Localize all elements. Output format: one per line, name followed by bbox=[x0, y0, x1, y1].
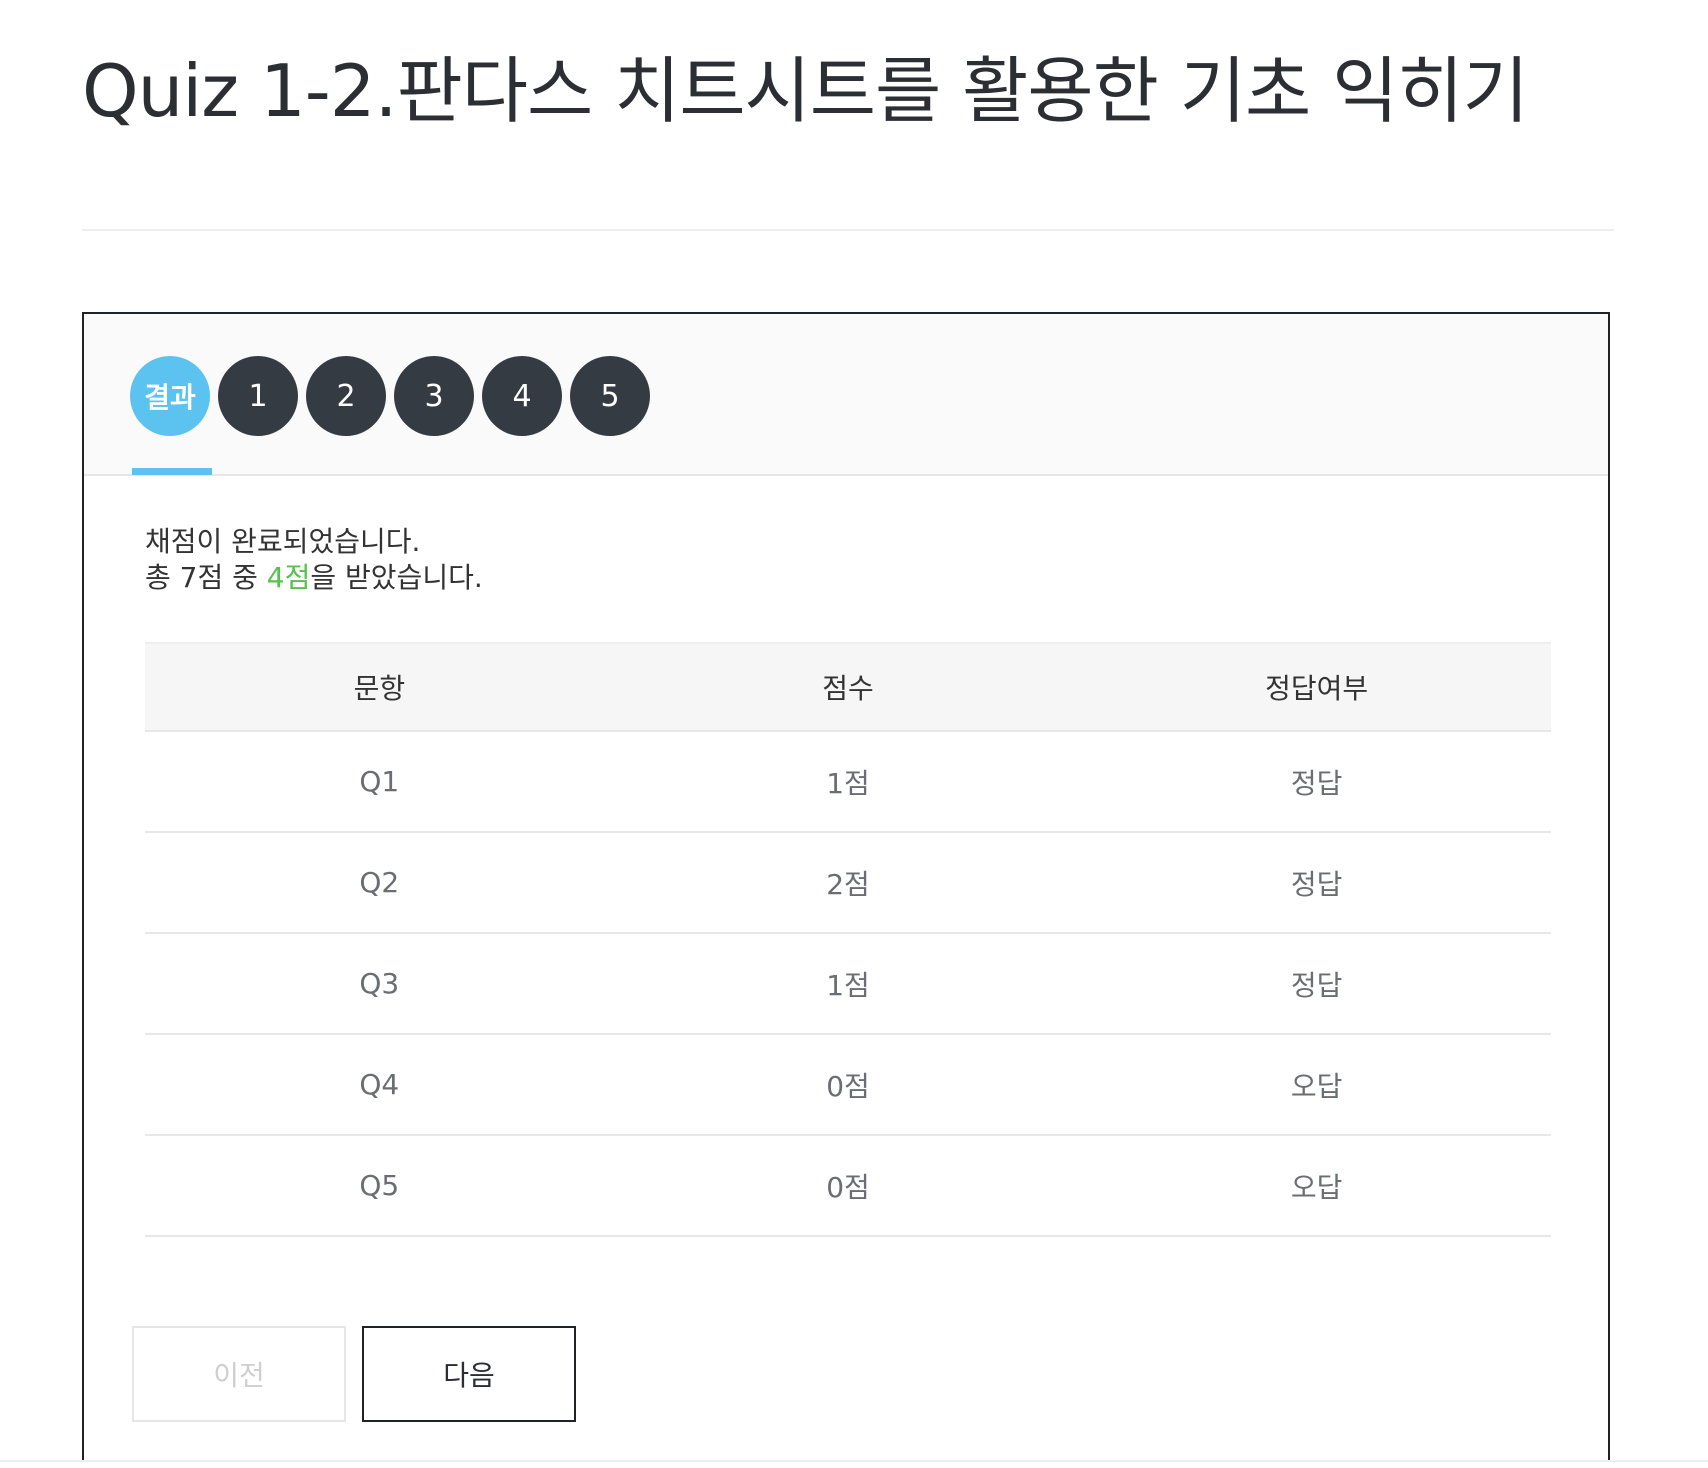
quiz-panel: 결과 1 2 3 4 5 채점이 완료되었습니다. 총 7점 중 4점을 받았습… bbox=[82, 312, 1610, 1462]
result-message: 채점이 완료되었습니다. 총 7점 중 4점을 받았습니다. bbox=[145, 524, 483, 596]
prev-button: 이전 bbox=[132, 1326, 346, 1422]
cell-correctness: 오답 bbox=[1082, 1034, 1551, 1136]
table-row: Q3 1점 정답 bbox=[145, 933, 1551, 1035]
cell-question: Q2 bbox=[145, 832, 614, 934]
score-summary-suffix: 을 받았습니다. bbox=[310, 561, 483, 594]
score-summary-text: 총 7점 중 4점을 받았습니다. bbox=[145, 560, 483, 596]
cell-score: 1점 bbox=[613, 933, 1083, 1035]
header-question: 문항 bbox=[145, 642, 614, 732]
tab-question-4[interactable]: 4 bbox=[482, 356, 562, 436]
cell-score: 0점 bbox=[613, 1135, 1083, 1237]
cell-score: 0점 bbox=[613, 1034, 1083, 1136]
header-score: 점수 bbox=[613, 642, 1083, 732]
cell-score: 2점 bbox=[613, 832, 1083, 934]
table-row: Q1 1점 정답 bbox=[145, 731, 1551, 833]
cell-question: Q5 bbox=[145, 1135, 614, 1237]
tab-question-1[interactable]: 1 bbox=[218, 356, 298, 436]
tab-result[interactable]: 결과 bbox=[130, 356, 210, 436]
cell-correctness: 오답 bbox=[1082, 1135, 1551, 1237]
earned-score: 4점 bbox=[266, 561, 311, 594]
table-row: Q2 2점 정답 bbox=[145, 832, 1551, 934]
table-header-row: 문항 점수 정답여부 bbox=[145, 642, 1551, 732]
header-correctness: 정답여부 bbox=[1082, 642, 1551, 732]
question-tab-bar: 결과 1 2 3 4 5 bbox=[84, 314, 1608, 476]
tab-question-3[interactable]: 3 bbox=[394, 356, 474, 436]
cell-correctness: 정답 bbox=[1082, 731, 1551, 833]
table-row: Q4 0점 오답 bbox=[145, 1034, 1551, 1136]
grading-complete-text: 채점이 완료되었습니다. bbox=[145, 525, 421, 558]
cell-question: Q4 bbox=[145, 1034, 614, 1136]
score-summary-prefix: 총 7점 중 bbox=[145, 561, 267, 594]
cell-question: Q3 bbox=[145, 933, 614, 1035]
cell-score: 1점 bbox=[613, 731, 1083, 833]
page-title: Quiz 1-2.판다스 치트시트를 활용한 기초 익히기 bbox=[82, 49, 1529, 133]
tab-question-2[interactable]: 2 bbox=[306, 356, 386, 436]
cell-correctness: 정답 bbox=[1082, 933, 1551, 1035]
cell-correctness: 정답 bbox=[1082, 832, 1551, 934]
table-row: Q5 0점 오답 bbox=[145, 1135, 1551, 1237]
result-table: 문항 점수 정답여부 Q1 1점 정답 Q2 2점 정답 Q3 1점 정답 Q4… bbox=[145, 642, 1551, 1237]
title-divider bbox=[82, 229, 1614, 231]
active-tab-indicator bbox=[132, 468, 212, 475]
bottom-divider bbox=[0, 1460, 1708, 1462]
tab-question-5[interactable]: 5 bbox=[570, 356, 650, 436]
next-button[interactable]: 다음 bbox=[362, 1326, 576, 1422]
cell-question: Q1 bbox=[145, 731, 614, 833]
